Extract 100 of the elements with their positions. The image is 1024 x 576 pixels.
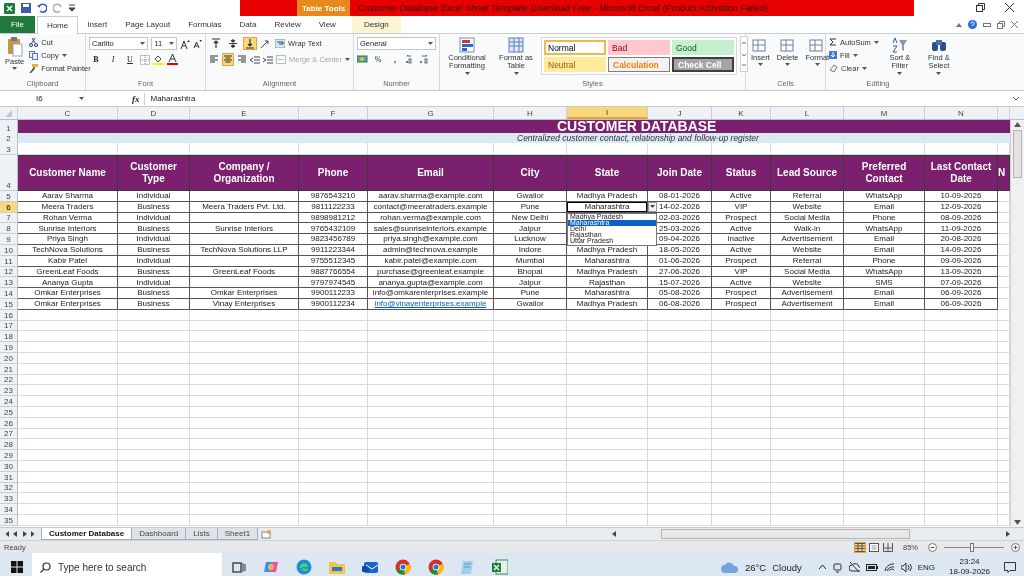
decrease-indent-icon[interactable]: [250, 54, 261, 65]
first-sheet-icon[interactable]: [4, 531, 9, 537]
folder-icon[interactable]: [329, 560, 345, 574]
horizontal-scrollbar-thumb[interactable]: [661, 529, 910, 539]
cell-style-option[interactable]: Bad: [608, 40, 670, 55]
row-header[interactable]: 21: [0, 363, 18, 375]
normal-view-icon[interactable]: [855, 542, 865, 552]
battery-icon[interactable]: [865, 563, 878, 571]
last-sheet-icon[interactable]: [31, 531, 36, 537]
row-header[interactable]: 17: [0, 320, 18, 332]
row-header[interactable]: 29: [0, 450, 18, 461]
task-view-icon[interactable]: [232, 560, 246, 574]
undo-icon[interactable]: [37, 3, 47, 13]
decrease-decimal-icon[interactable]: [419, 54, 430, 65]
save-icon[interactable]: [21, 3, 31, 13]
column-header[interactable]: F: [299, 107, 368, 119]
chrome-browser-icon[interactable]: [428, 559, 444, 575]
next-sheet-icon[interactable]: [22, 531, 27, 537]
column-header[interactable]: M: [844, 107, 925, 119]
edge-browser-icon[interactable]: [296, 559, 312, 575]
italic-button[interactable]: I: [106, 53, 120, 66]
row-header[interactable]: 30: [0, 460, 18, 472]
page-layout-view-icon[interactable]: [869, 542, 879, 552]
chevron-up-icon[interactable]: [817, 564, 827, 570]
email-link[interactable]: info@vinayenterprises.example: [368, 298, 494, 310]
column-header[interactable]: K: [712, 107, 771, 119]
ribbon-tab[interactable]: File: [0, 16, 35, 33]
customize-toolbar-icon[interactable]: [69, 4, 75, 12]
language-indicator[interactable]: ENG: [917, 562, 936, 572]
currency-icon[interactable]: [357, 54, 368, 65]
row-header[interactable]: 9: [0, 234, 18, 245]
scroll-left-icon[interactable]: [612, 531, 617, 537]
camera-icon[interactable]: [832, 561, 843, 573]
align-middle-button[interactable]: [226, 37, 240, 50]
formula-field[interactable]: Maharashtra: [143, 92, 1008, 105]
row-header[interactable]: 14: [0, 288, 18, 299]
ribbon-tab[interactable]: Data: [230, 16, 266, 33]
taskbar-search-field[interactable]: Type here to search: [32, 553, 222, 576]
vertical-scrollbar-thumb[interactable]: [1013, 130, 1022, 178]
column-header[interactable]: N: [925, 107, 998, 119]
font-color-icon[interactable]: [167, 54, 178, 65]
ribbon-tab[interactable]: Formulas: [179, 16, 231, 33]
page-break-view-icon[interactable]: [883, 542, 893, 552]
expand-formula-icon[interactable]: [1012, 95, 1020, 102]
cell-style-option[interactable]: Good: [672, 40, 734, 55]
row-header[interactable]: 18: [0, 331, 18, 343]
ribbon-tab[interactable]: Home: [36, 16, 79, 34]
row-header[interactable]: 1: [0, 120, 18, 133]
zoom-in-icon[interactable]: [1011, 542, 1020, 552]
mail-icon[interactable]: [362, 560, 378, 574]
name-box[interactable]: I6: [0, 92, 88, 105]
collapse-ribbon-icon[interactable]: [956, 22, 962, 27]
sheet-tab[interactable]: Lists: [185, 528, 218, 540]
row-header[interactable]: 13: [0, 277, 18, 289]
row-header[interactable]: 25: [0, 406, 18, 418]
minimize-icon[interactable]: [983, 22, 991, 27]
row-header[interactable]: 4: [0, 155, 18, 191]
row-header[interactable]: 7: [0, 212, 18, 224]
help-icon[interactable]: [968, 20, 977, 29]
column-header[interactable]: L: [771, 107, 844, 119]
excel-icon[interactable]: [492, 559, 508, 575]
column-header[interactable]: G: [368, 107, 494, 119]
row-header[interactable]: 10: [0, 245, 18, 256]
taskbar-clock[interactable]: 23:24 18-09-2026: [949, 557, 990, 576]
sheet-tab[interactable]: Sheet1: [216, 528, 259, 540]
row-header[interactable]: 24: [0, 396, 18, 407]
row-header[interactable]: 6: [0, 201, 18, 213]
column-header[interactable]: C: [18, 107, 118, 119]
cell-style-option[interactable]: Normal: [544, 40, 606, 55]
speaker-icon[interactable]: [900, 562, 912, 572]
start-icon[interactable]: [11, 561, 23, 573]
column-header[interactable]: J: [648, 107, 712, 119]
row-header[interactable]: 26: [0, 417, 18, 429]
chrome-browser-icon[interactable]: [395, 559, 411, 575]
row-header[interactable]: 15: [0, 298, 18, 310]
shrink-font-icon[interactable]: [193, 39, 202, 48]
row-header[interactable]: 5: [0, 191, 18, 202]
restore-icon[interactable]: [976, 3, 985, 12]
row-header[interactable]: 35: [0, 514, 18, 526]
row-header[interactable]: 3: [0, 143, 18, 155]
ribbon-tab[interactable]: Review: [265, 16, 310, 33]
row-header[interactable]: 31: [0, 471, 18, 483]
cloud-off-icon[interactable]: [848, 562, 860, 572]
gallery-scroll-icon[interactable]: [740, 36, 748, 72]
cell-style-option[interactable]: Neutral: [544, 57, 606, 72]
row-header[interactable]: 20: [0, 352, 18, 364]
ribbon-tab[interactable]: Insert: [78, 16, 117, 33]
ribbon-tab[interactable]: Page Layout: [116, 16, 180, 33]
ribbon-tab[interactable]: Design: [351, 16, 401, 33]
align-bottom-button[interactable]: [243, 37, 257, 50]
zoom-out-icon[interactable]: [928, 542, 937, 552]
align-top-button[interactable]: [209, 37, 223, 50]
comma-style-button[interactable]: ,: [388, 53, 402, 66]
row-header[interactable]: 34: [0, 504, 18, 515]
row-header[interactable]: 33: [0, 493, 18, 505]
row-header[interactable]: 11: [0, 255, 18, 267]
scroll-up-icon[interactable]: [1014, 122, 1021, 127]
ribbon-tab[interactable]: View: [309, 16, 345, 33]
column-header[interactable]: I: [567, 107, 648, 119]
function-label[interactable]: fx: [132, 93, 140, 104]
